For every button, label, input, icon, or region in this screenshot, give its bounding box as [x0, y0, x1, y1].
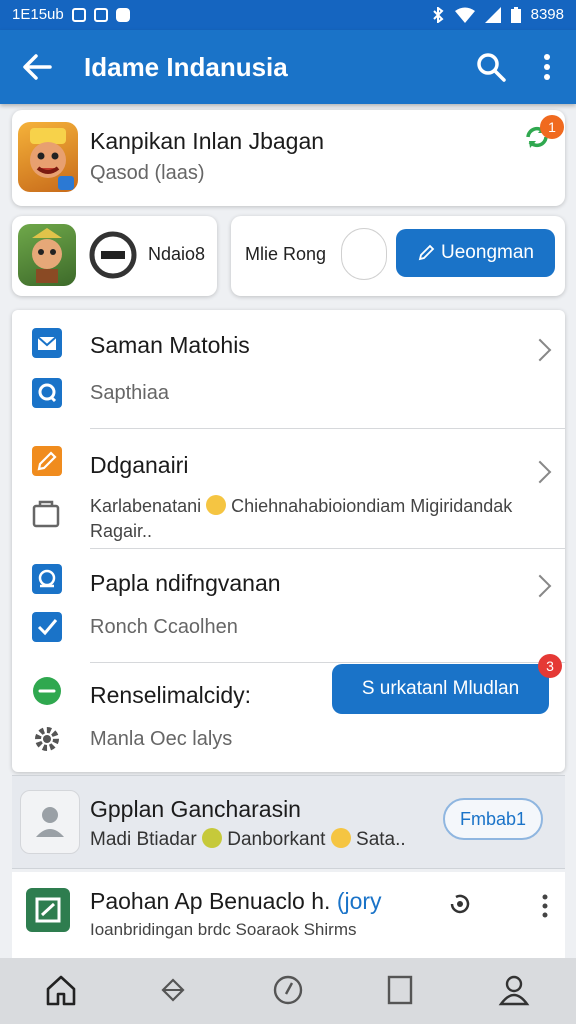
- highlight-card[interactable]: Gpplan Gancharasin Madi Btiadar Danborka…: [12, 775, 565, 869]
- notification-icon: [71, 7, 86, 22]
- search-icon[interactable]: [474, 50, 508, 84]
- chevron-right-icon: [528, 574, 552, 598]
- signal-icon: [484, 6, 501, 23]
- desc-text-c: Ragair..: [90, 521, 153, 541]
- featured-app-card[interactable]: Kanpikan Inlan Jbagan Qasod (laas) 1: [12, 110, 565, 206]
- person-icon: [20, 790, 80, 854]
- highlight-title: Gpplan Gancharasin: [90, 796, 301, 822]
- highlight-desc-b: Danborkant: [227, 829, 326, 850]
- page-title: Idame Indanusia: [84, 52, 288, 82]
- image-icon: [26, 888, 70, 932]
- last-item-link[interactable]: (jory: [337, 888, 382, 914]
- status-time: 1E15ub: [12, 6, 64, 23]
- menu-item-saman-title: Saman Matohis: [90, 332, 250, 358]
- battery-icon: [510, 6, 521, 23]
- menu-item-renselim[interactable]: Renselimalcidy: Manla Oec lalys S urkata…: [12, 654, 565, 772]
- game-app-icon: [18, 122, 78, 192]
- ueongman-button-label: Ueongman: [441, 242, 534, 263]
- last-item-title-text: Paohan Ap Benuaclo h.: [90, 888, 331, 914]
- menu-item-papla-subtitle: Ronch Ccaolhen: [90, 616, 238, 638]
- battery-text: 8398: [530, 6, 564, 23]
- more-vert-icon[interactable]: [539, 892, 551, 920]
- chevron-right-icon: [528, 460, 552, 484]
- menu-item-saman[interactable]: Saman Matohis Sapthiaa: [12, 310, 565, 428]
- message-icon: [33, 677, 61, 705]
- small-card-left-label: Ndaio8: [148, 244, 206, 264]
- home-icon[interactable]: [43, 972, 79, 1008]
- last-item[interactable]: Paohan Ap Benuaclo h. (jory Ioanbridinga…: [12, 872, 565, 958]
- menu-item-ddganairi[interactable]: Ddganairi Karlabenatani Chiehnahabioiond…: [12, 428, 565, 548]
- edit-icon: [32, 446, 62, 476]
- mail-icon: [32, 328, 62, 358]
- desc-text-b: Chiehnahabioiondiam Migiridandak: [231, 496, 513, 516]
- highlight-desc: Madi Btiadar Danborkant Sata..: [90, 828, 406, 851]
- last-item-title: Paohan Ap Benuaclo h. (jory: [90, 888, 382, 915]
- desc-text-a: Karlabenatani: [90, 496, 202, 516]
- book-icon[interactable]: [382, 972, 418, 1008]
- small-card-right-label: Mlie Rong: [245, 244, 327, 264]
- small-card-left[interactable]: Ndaio8: [12, 216, 217, 296]
- sim-icon: [93, 7, 108, 22]
- featured-app-title: Kanpikan Inlan Jbagan: [90, 128, 325, 154]
- small-card-right: Mlie Rong Ueongman: [231, 216, 565, 296]
- fmbab-button[interactable]: Fmbab1: [443, 798, 543, 840]
- menu-item-ddganairi-title: Ddganairi: [90, 452, 189, 478]
- last-item-subtitle: Ioanbridingan brdc Soaraok Shirms: [90, 920, 357, 939]
- menu-item-renselim-title: Renselimalcidy:: [90, 682, 252, 708]
- sun-emoji-icon: [201, 828, 222, 848]
- status-bar: 1E15ub 8398: [0, 0, 576, 30]
- arrow-back-icon[interactable]: [20, 50, 54, 84]
- edit-icon: [418, 244, 435, 261]
- highlight-desc-c: Sata..: [356, 829, 406, 850]
- menu-item-renselim-subtitle: Manla Oec lalys: [90, 728, 233, 750]
- profile-icon[interactable]: [496, 972, 532, 1008]
- folder-icon: [32, 500, 60, 528]
- refresh-icon[interactable]: [446, 890, 474, 918]
- menu-item-papla-title: Papla ndifngvanan: [90, 570, 281, 596]
- update-badge: 1: [540, 115, 564, 139]
- menu-item-badge: 3: [538, 654, 562, 678]
- smile-emoji-icon: [330, 828, 351, 848]
- stop-circle-icon[interactable]: [88, 230, 138, 280]
- menu-list: Saman Matohis Sapthiaa Ddganairi Karlabe…: [12, 310, 565, 772]
- checkbox-icon: [32, 612, 62, 642]
- featured-app-subtitle: Qasod (laas): [90, 162, 205, 184]
- menu-item-papla[interactable]: Papla ndifngvanan Ronch Ccaolhen: [12, 548, 565, 662]
- app-bar: Idame Indanusia: [0, 30, 576, 104]
- compass-icon[interactable]: [270, 972, 306, 1008]
- wifi-icon: [454, 7, 475, 23]
- diamond-icon[interactable]: [155, 972, 191, 1008]
- location-icon: [32, 564, 62, 594]
- menu-item-ddganairi-desc: Karlabenatani Chiehnahabioiondiam Migiri…: [90, 494, 550, 544]
- menu-item-saman-subtitle: Sapthiaa: [90, 382, 169, 404]
- highlight-desc-a: Madi Btiadar: [90, 829, 197, 850]
- character-app-icon: [18, 224, 76, 286]
- message-notification-icon: [115, 7, 130, 22]
- chat-icon: [32, 378, 62, 408]
- surkatanl-button[interactable]: S urkatanl Mludlan: [332, 664, 549, 714]
- chevron-right-icon: [528, 338, 552, 362]
- bottom-nav: [0, 958, 576, 1024]
- toggle-circle[interactable]: [341, 228, 387, 280]
- gear-icon: [35, 727, 59, 751]
- bluetooth-icon: [432, 6, 444, 23]
- smile-emoji-icon: [206, 495, 227, 515]
- more-vert-icon[interactable]: [536, 50, 558, 84]
- ueongman-button[interactable]: Ueongman: [396, 229, 555, 277]
